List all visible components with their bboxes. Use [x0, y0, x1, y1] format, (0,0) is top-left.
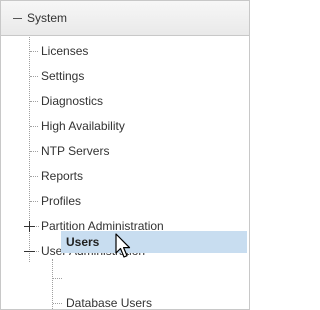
- collapse-icon[interactable]: [13, 18, 22, 19]
- tree-item-high-availability[interactable]: High Availability: [41, 116, 125, 136]
- collapse-icon[interactable]: [24, 246, 35, 257]
- tree-root-system[interactable]: System: [1, 1, 249, 36]
- tree-connector: [30, 176, 38, 177]
- tree-item-ntp-servers[interactable]: NTP Servers: [41, 141, 109, 161]
- tree-item-licenses[interactable]: Licenses: [41, 41, 88, 61]
- tree-connector: [53, 278, 62, 279]
- tree-connector: [30, 151, 38, 152]
- tree-item-profiles[interactable]: Profiles: [41, 191, 81, 211]
- tree-item-users-label: Users: [66, 235, 100, 249]
- tree-item-database-users[interactable]: Database Users: [66, 293, 152, 309]
- expand-icon[interactable]: [24, 221, 35, 232]
- tree-item-diagnostics[interactable]: Diagnostics: [41, 91, 103, 111]
- tree-connector: [53, 303, 62, 304]
- mouse-pointer-icon: [115, 233, 131, 258]
- system-tree: Licenses Settings Diagnostics High Avail…: [1, 37, 249, 309]
- tree-connector: [36, 226, 39, 227]
- tree-connector: [30, 76, 38, 77]
- tree-connector: [30, 51, 38, 52]
- tree-item-settings[interactable]: Settings: [41, 66, 84, 86]
- tree-connector: [30, 126, 38, 127]
- tree-connector: [30, 101, 38, 102]
- tree-connector: [36, 251, 39, 252]
- navigation-tree-panel: System Licenses Settings Diagnostics Hig…: [0, 0, 250, 310]
- tree-connector: [30, 201, 38, 202]
- tree-item-reports[interactable]: Reports: [41, 166, 83, 186]
- tree-root-label: System: [27, 11, 68, 25]
